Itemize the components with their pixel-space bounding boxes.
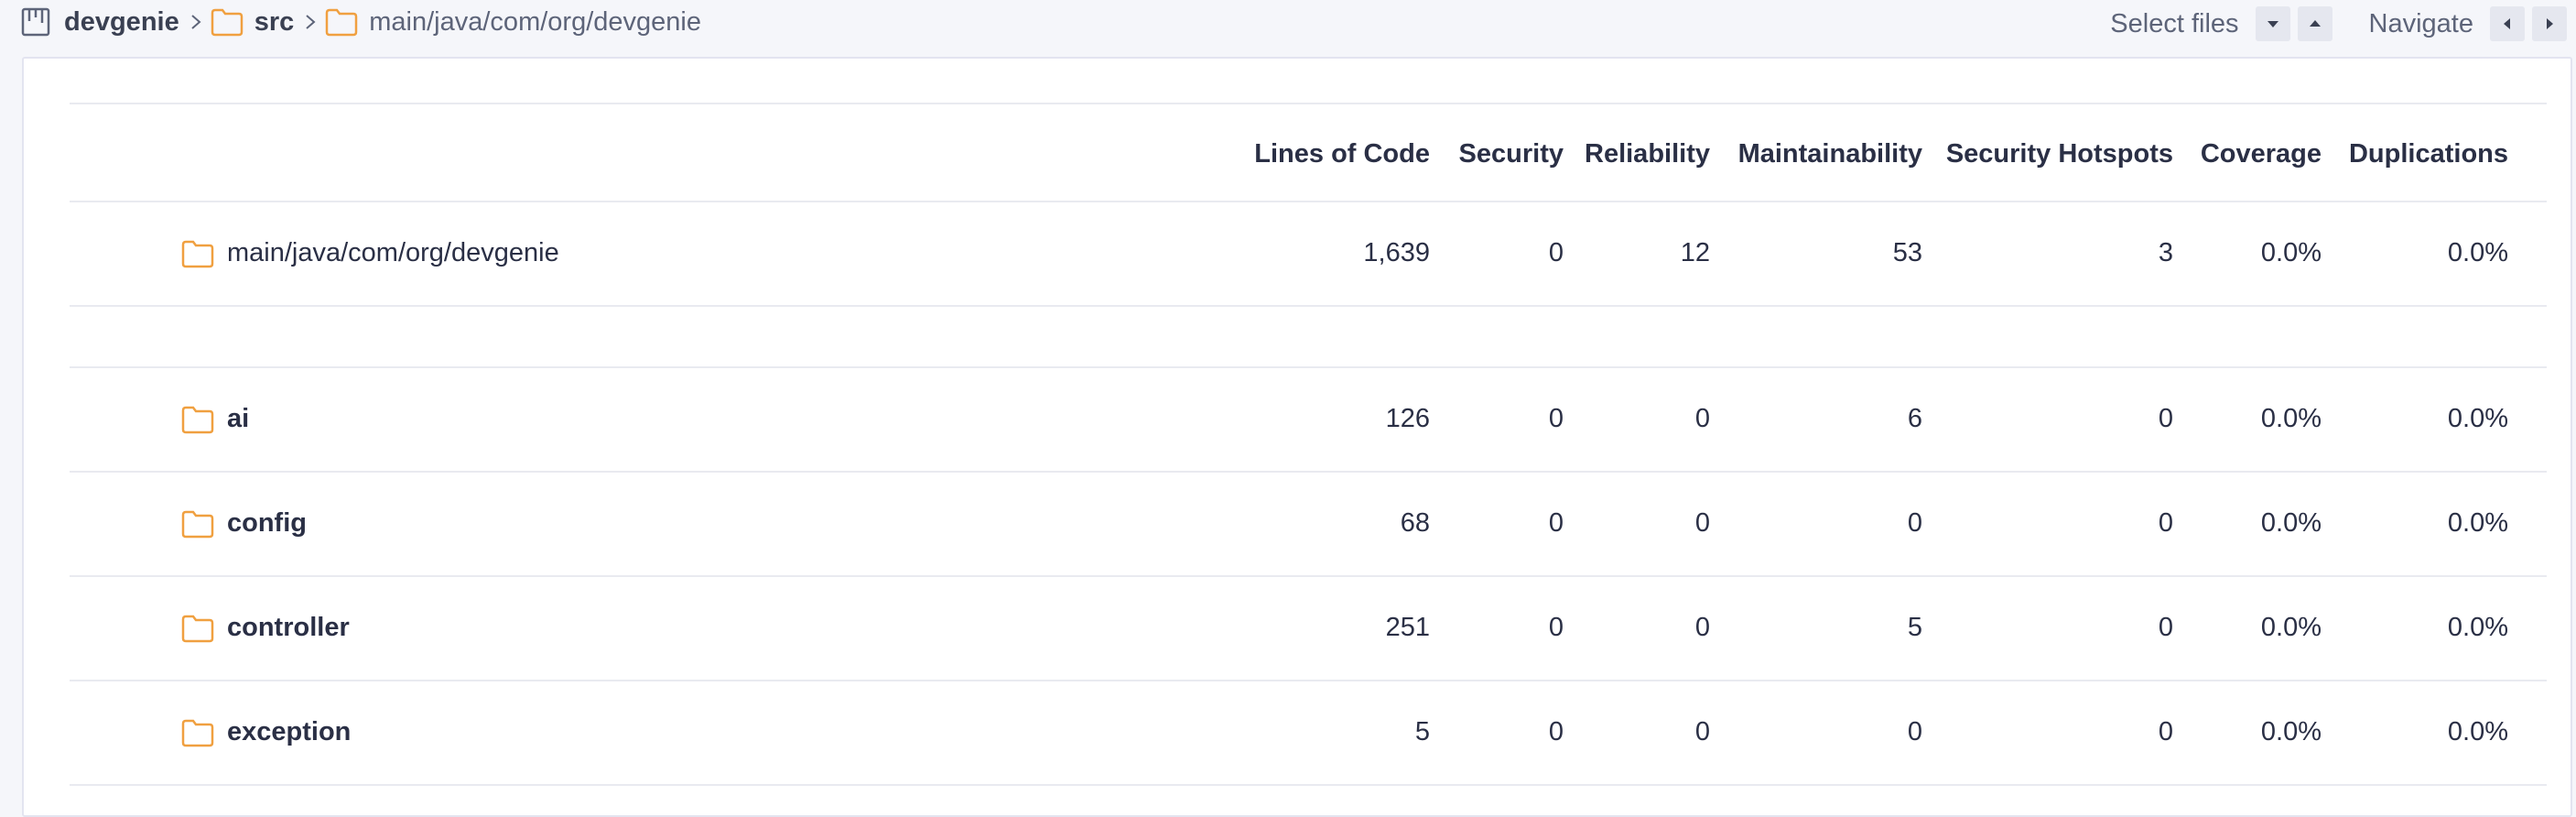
cell-security-hotspots[interactable]: 0: [2159, 613, 2173, 643]
column-header-reliability[interactable]: Reliability: [1585, 136, 1710, 172]
column-header-lines-of-code[interactable]: Lines of Code: [1254, 136, 1430, 172]
cell-reliability[interactable]: 0: [1695, 717, 1710, 747]
breadcrumb: devgenie src main/java/com/org/devgenie: [20, 0, 701, 44]
column-header-security[interactable]: Security: [1459, 136, 1564, 172]
caret-left-icon: [2504, 18, 2510, 29]
folder-icon: [181, 719, 214, 747]
column-header-security-hotspots[interactable]: Security Hotspots: [1946, 136, 2173, 172]
row-name[interactable]: main/java/com/org/devgenie: [227, 238, 559, 268]
row-name[interactable]: config: [227, 508, 307, 539]
caret-right-icon: [2547, 18, 2553, 29]
folder-icon: [326, 8, 358, 37]
cell-maintainability[interactable]: 53: [1893, 238, 1922, 268]
table-row-summary[interactable]: main/java/com/org/devgenie 1,639 0 12 53…: [24, 202, 2574, 305]
cell-duplications[interactable]: 0.0%: [2448, 613, 2508, 643]
cell-coverage[interactable]: 0.0%: [2261, 613, 2322, 643]
caret-down-icon: [2267, 21, 2278, 27]
cell-security[interactable]: 0: [1549, 404, 1564, 434]
folder-icon: [181, 240, 214, 268]
cell-duplications[interactable]: 0.0%: [2448, 238, 2508, 268]
navigate-label: Navigate: [2368, 8, 2473, 38]
project-icon: [21, 7, 50, 37]
divider: [70, 784, 2547, 786]
cell-security[interactable]: 0: [1549, 508, 1564, 539]
cell-coverage[interactable]: 0.0%: [2261, 404, 2322, 434]
cell-security-hotspots[interactable]: 0: [2159, 404, 2173, 434]
folder-icon: [181, 406, 214, 434]
breadcrumb-project[interactable]: devgenie: [64, 7, 179, 38]
cell-coverage[interactable]: 0.0%: [2261, 717, 2322, 747]
column-header-duplications[interactable]: Duplications: [2349, 136, 2508, 172]
divider: [70, 103, 2547, 104]
chevron-right-icon: [191, 15, 201, 29]
navigate-forward-button[interactable]: [2532, 6, 2567, 41]
navigate-back-button[interactable]: [2490, 6, 2525, 41]
cell-maintainability[interactable]: 6: [1908, 404, 1922, 434]
folder-icon: [181, 615, 214, 643]
table-row[interactable]: controller 251 0 0 5 0 0.0% 0.0%: [24, 577, 2574, 680]
cell-maintainability[interactable]: 5: [1908, 613, 1922, 643]
column-header-maintainability[interactable]: Maintainability: [1738, 136, 1922, 172]
divider: [70, 305, 2547, 307]
cell-maintainability[interactable]: 0: [1908, 508, 1922, 539]
cell-security-hotspots[interactable]: 0: [2159, 717, 2173, 747]
top-bar: devgenie src main/java/com/org/devgenie …: [0, 0, 2576, 48]
cell-reliability[interactable]: 12: [1681, 238, 1710, 268]
cell-reliability[interactable]: 0: [1695, 404, 1710, 434]
cell-security-hotspots[interactable]: 3: [2159, 238, 2173, 268]
cell-coverage[interactable]: 0.0%: [2261, 508, 2322, 539]
cell-security-hotspots[interactable]: 0: [2159, 508, 2173, 539]
file-actions: Select files Navigate: [2110, 0, 2576, 48]
folder-icon: [211, 8, 243, 37]
cell-lines-of-code: 126: [1385, 404, 1430, 433]
select-previous-button[interactable]: [2297, 6, 2332, 41]
breadcrumb-folder-src[interactable]: src: [254, 7, 295, 38]
folder-icon: [181, 510, 214, 539]
table-row[interactable]: exception 5 0 0 0 0 0.0% 0.0%: [24, 681, 2574, 784]
component-measures-table: Lines of Code Security Reliability Maint…: [22, 57, 2572, 817]
select-files-label: Select files: [2110, 8, 2239, 38]
cell-lines-of-code: 1,639: [1363, 238, 1430, 267]
cell-duplications[interactable]: 0.0%: [2448, 404, 2508, 434]
breadcrumb-current-folder: main/java/com/org/devgenie: [369, 6, 701, 37]
column-header-coverage[interactable]: Coverage: [2201, 136, 2322, 172]
caret-up-icon: [2309, 20, 2321, 27]
cell-lines-of-code: 251: [1385, 613, 1430, 642]
table-row[interactable]: config 68 0 0 0 0 0.0% 0.0%: [24, 473, 2574, 575]
cell-lines-of-code: 5: [1414, 717, 1430, 746]
cell-security[interactable]: 0: [1549, 238, 1564, 268]
cell-duplications[interactable]: 0.0%: [2448, 508, 2508, 539]
row-name[interactable]: ai: [227, 404, 249, 434]
cell-coverage[interactable]: 0.0%: [2261, 238, 2322, 268]
cell-reliability[interactable]: 0: [1695, 508, 1710, 539]
cell-duplications[interactable]: 0.0%: [2448, 717, 2508, 747]
cell-reliability[interactable]: 0: [1695, 613, 1710, 643]
row-name[interactable]: controller: [227, 613, 350, 643]
select-next-button[interactable]: [2255, 6, 2290, 41]
row-name[interactable]: exception: [227, 717, 351, 747]
cell-maintainability[interactable]: 0: [1908, 717, 1922, 747]
cell-lines-of-code: 68: [1400, 508, 1430, 538]
cell-security[interactable]: 0: [1549, 717, 1564, 747]
cell-security[interactable]: 0: [1549, 613, 1564, 643]
table-row[interactable]: ai 126 0 0 6 0 0.0% 0.0%: [24, 368, 2574, 471]
chevron-right-icon: [306, 15, 316, 29]
